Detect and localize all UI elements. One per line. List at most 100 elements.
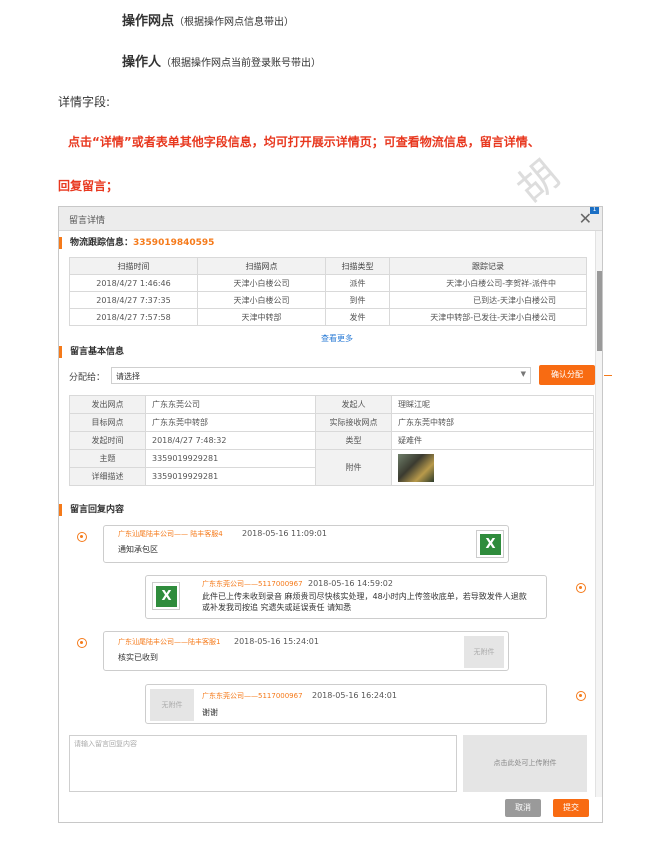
basic-info-table: 发出网点 广东东莞公司 发起人 理睬江呢 目标网点 广东东莞中转部 实际接收网点… <box>69 395 594 486</box>
cell: 发件 <box>325 308 390 326</box>
assign-select[interactable]: 请选择 ▼ <box>111 367 531 384</box>
target-site-key: 目标网点 <box>69 413 146 432</box>
scrollbar[interactable] <box>595 231 602 797</box>
details-label: 详情字段: <box>58 95 111 109</box>
desc-value: 3359019929281 <box>145 467 316 486</box>
scrollbar-thumb[interactable] <box>597 271 602 351</box>
tracking-table: 扫描时间 扫描网点 扫描类型 跟踪记录 2018/4/27 1:46:46 天津小… <box>69 257 587 326</box>
reply-time: 2018-05-16 15:24:01 <box>234 637 319 646</box>
reply-text: 或补发我司按追 究遗失或延误责任 请知悉 <box>202 603 352 612</box>
site-label: 操作网点 <box>122 14 175 29</box>
subject-value: 3359019929281 <box>145 449 316 468</box>
cell: 天津小白楼公司-李贺祥-派件中 <box>389 274 587 292</box>
table-row: 发出网点 广东东莞公司 发起人 理睬江呢 <box>69 395 594 414</box>
reply-author: 广东东莞公司——5117000967 <box>202 692 303 700</box>
reply-author: 广东东莞公司——5117000967 <box>202 580 303 588</box>
no-attachment: 无附件 <box>464 636 504 668</box>
send-site-value: 广东东莞公司 <box>145 395 316 414</box>
attachment-key: 附件 <box>315 449 392 486</box>
reply-section-title: 留言回复内容 <box>59 504 124 516</box>
table-row: 目标网点 广东东莞中转部 实际接收网点 广东东莞中转部 <box>69 413 594 432</box>
reply-text: 谢谢 <box>202 708 218 717</box>
basic-info-title: 留言基本信息 <box>59 346 124 358</box>
doc-line-operator: 操作人（根据操作网点当前登录账号带出） <box>122 51 321 70</box>
tracking-label: 物流跟踪信息： <box>70 238 134 248</box>
reply-radio[interactable] <box>77 638 87 648</box>
table-row: 2018/4/27 7:37:35 天津小白楼公司 到件 已到达-天津小白楼公司 <box>69 291 587 309</box>
reply-radio[interactable] <box>576 691 586 701</box>
watermark: 胡 <box>508 151 569 213</box>
submit-button[interactable]: 提交 <box>553 799 589 817</box>
reply-radio[interactable] <box>77 532 87 542</box>
tracking-section-title: 物流跟踪信息：3359019840595 <box>59 237 214 249</box>
initiator-value: 理睬江呢 <box>391 395 594 414</box>
doc-line-site: 操作网点（根据操作网点信息带出） <box>122 10 294 29</box>
reply-text: 此件已上传未收到录音 麻烦贵司尽快核实处理，48小时内上传签收底单，若导致发件人… <box>202 592 527 601</box>
subject-key: 主题 <box>69 449 146 468</box>
reply-time: 2018-05-16 14:59:02 <box>308 579 393 588</box>
actual-site-value: 广东东莞中转部 <box>391 413 594 432</box>
table-row: 2018/4/27 7:57:58 天津中转部 发件 天津中转部-已发往-天津小白楼公… <box>69 308 587 326</box>
assign-select-value: 请选择 <box>116 372 140 381</box>
cell: 2018/4/27 7:57:58 <box>69 308 198 326</box>
desc-key: 详细描述 <box>69 467 146 486</box>
col-scan-time: 扫描时间 <box>69 257 198 275</box>
table-row: 发起时间 2018/4/27 7:48:32 类型 疑难件 <box>69 431 594 450</box>
table-header-row: 扫描时间 扫描网点 扫描类型 跟踪记录 <box>69 257 587 275</box>
see-more-link[interactable]: 查看更多 <box>321 333 353 344</box>
chevron-down-icon: ▼ <box>520 370 526 378</box>
col-track-record: 跟踪记录 <box>389 257 587 275</box>
type-value: 疑难件 <box>391 431 594 450</box>
cell: 天津中转部-已发往-天津小白楼公司 <box>389 308 587 326</box>
cell: 派件 <box>325 274 390 292</box>
modal-header: 留言详情 ✕ 1 <box>59 207 602 231</box>
modal-title: 留言详情 <box>69 216 106 226</box>
notification-badge: 1 <box>590 207 599 214</box>
attachment-cell <box>391 449 594 486</box>
send-time-value: 2018/4/27 7:48:32 <box>145 431 316 450</box>
reply-author: 广东汕尾陆丰公司—— 陆丰客服4 <box>118 530 223 538</box>
col-scan-site: 扫描网点 <box>197 257 326 275</box>
cell: 2018/4/27 7:37:35 <box>69 291 198 309</box>
reply-bubble: X 广东东莞公司——5117000967 2018-05-16 14:59:02… <box>145 575 547 619</box>
reply-text: 核实已收到 <box>118 653 158 662</box>
target-site-value: 广东东莞中转部 <box>145 413 316 432</box>
cell: 天津中转部 <box>197 308 326 326</box>
send-site-key: 发出网点 <box>69 395 146 414</box>
cell: 到件 <box>325 291 390 309</box>
reply-radio[interactable] <box>576 583 586 593</box>
table-row: 2018/4/27 1:46:46 天津小白楼公司 派件 天津小白楼公司-李贺祥-派件… <box>69 274 587 292</box>
no-attachment: 无附件 <box>150 689 194 721</box>
tracking-number: 3359019840595 <box>133 238 215 248</box>
confirm-assign-button[interactable]: 确认分配 <box>539 365 595 385</box>
actual-site-key: 实际接收网点 <box>315 413 392 432</box>
cell: 2018/4/27 1:46:46 <box>69 274 198 292</box>
red-note-1: 点击“详情”或者表单其他字段信息，均可打开展示详情页；可查看物流信息，留言详情、 <box>68 135 540 149</box>
reply-author: 广东汕尾陆丰公司——陆丰客服1 <box>118 638 221 646</box>
reply-bubble: 无附件 广东东莞公司——5117000967 2018-05-16 16:24:… <box>145 684 547 724</box>
reply-input[interactable]: 请输入留言回复内容 <box>69 735 457 792</box>
send-time-key: 发起时间 <box>69 431 146 450</box>
assign-label: 分配给： <box>69 373 106 383</box>
cell: 已到达-天津小白楼公司 <box>389 291 587 309</box>
annotation-line <box>604 375 612 376</box>
reply-bubble: 广东汕尾陆丰公司——陆丰客服1 2018-05-16 15:24:01 核实已收… <box>103 631 509 671</box>
operator-label: 操作人 <box>122 55 162 70</box>
table-row: 主题 3359019929281 附件 <box>69 449 594 486</box>
cancel-button[interactable]: 取消 <box>505 799 541 817</box>
type-key: 类型 <box>315 431 392 450</box>
excel-icon[interactable]: X <box>152 582 180 610</box>
initiator-key: 发起人 <box>315 395 392 414</box>
red-note-2: 回复留言； <box>58 179 119 193</box>
attachment-thumbnail[interactable] <box>398 453 434 482</box>
cell: 天津小白楼公司 <box>197 291 326 309</box>
reply-time: 2018-05-16 16:24:01 <box>312 691 397 700</box>
cell: 天津小白楼公司 <box>197 274 326 292</box>
reply-time: 2018-05-16 11:09:01 <box>242 529 327 538</box>
message-detail-modal: 留言详情 ✕ 1 物流跟踪信息：3359019840595 扫描时间 扫描网点 … <box>58 206 603 823</box>
operator-note: （根据操作网点当前登录账号带出） <box>161 58 322 69</box>
excel-icon[interactable]: X <box>476 530 504 558</box>
upload-attachment-button[interactable]: 点击此处可上传附件 <box>463 735 587 792</box>
site-note: （根据操作网点信息带出） <box>174 17 295 28</box>
reply-bubble: 广东汕尾陆丰公司—— 陆丰客服4 2018-05-16 11:09:01 通知承… <box>103 525 509 563</box>
